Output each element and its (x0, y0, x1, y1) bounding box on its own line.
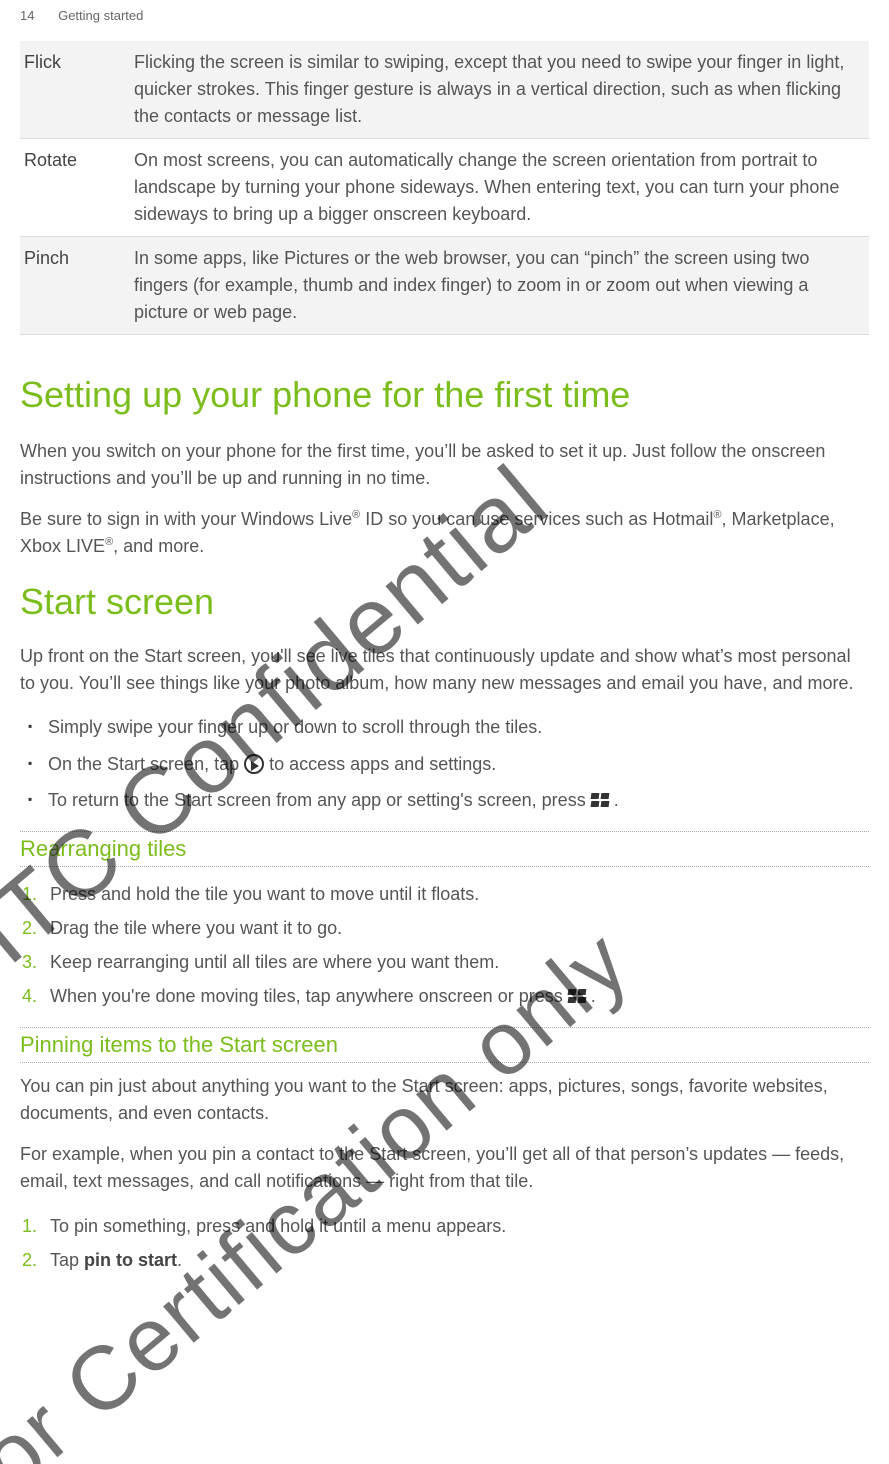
text: Be sure to sign in with your Windows Liv… (20, 509, 352, 529)
text: . (177, 1250, 182, 1270)
rearrange-steps: Press and hold the tile you want to move… (20, 877, 869, 1014)
registered-mark: ® (713, 509, 721, 521)
text: to access apps and settings. (269, 754, 496, 774)
text: . (591, 986, 596, 1006)
gesture-term: Flick (20, 41, 130, 139)
gesture-desc: In some apps, like Pictures or the web b… (130, 237, 869, 335)
bold-term-pin-to-start: pin to start (84, 1250, 177, 1270)
gesture-desc: Flicking the screen is similar to swipin… (130, 41, 869, 139)
step-item: Press and hold the tile you want to move… (50, 877, 869, 911)
step-item: Tap pin to start. (50, 1243, 869, 1277)
chapter-title: Getting started (58, 8, 143, 23)
section-heading-start: Start screen (20, 580, 869, 623)
subsection-heading-pinning: Pinning items to the Start screen (20, 1027, 869, 1063)
step-item: Keep rearranging until all tiles are whe… (50, 945, 869, 979)
start-paragraph-1: Up front on the Start screen, you'll see… (20, 643, 869, 697)
table-row: Pinch In some apps, like Pictures or the… (20, 237, 869, 335)
gesture-table: Flick Flicking the screen is similar to … (20, 41, 869, 335)
list-item: On the Start screen, tap to access apps … (48, 748, 869, 780)
arrow-right-circle-icon (244, 754, 264, 774)
gesture-term: Pinch (20, 237, 130, 335)
text: ID so you can use services such as Hotma… (360, 509, 713, 529)
step-item: Drag the tile where you want it to go. (50, 911, 869, 945)
subsection-heading-rearranging: Rearranging tiles (20, 831, 869, 867)
text: . (614, 790, 619, 810)
windows-start-icon (568, 989, 586, 1003)
list-item: To return to the Start screen from any a… (48, 784, 869, 816)
pin-paragraph-1: You can pin just about anything you want… (20, 1073, 869, 1127)
gesture-term: Rotate (20, 139, 130, 237)
table-row: Rotate On most screens, you can automati… (20, 139, 869, 237)
page-number: 14 (20, 8, 34, 23)
page-header: 14 Getting started (20, 8, 869, 23)
text: To return to the Start screen from any a… (48, 790, 591, 810)
text: , and more. (113, 536, 204, 556)
text: When you're done moving tiles, tap anywh… (50, 986, 568, 1006)
pin-paragraph-2: For example, when you pin a contact to t… (20, 1141, 869, 1195)
step-item: When you're done moving tiles, tap anywh… (50, 979, 869, 1013)
text: On the Start screen, tap (48, 754, 244, 774)
setup-paragraph-1: When you switch on your phone for the fi… (20, 438, 869, 492)
step-item: To pin something, press and hold it unti… (50, 1209, 869, 1243)
table-row: Flick Flicking the screen is similar to … (20, 41, 869, 139)
text: Tap (50, 1250, 84, 1270)
gesture-desc: On most screens, you can automatically c… (130, 139, 869, 237)
setup-paragraph-2: Be sure to sign in with your Windows Liv… (20, 506, 869, 560)
windows-start-icon (591, 793, 609, 807)
pin-steps: To pin something, press and hold it unti… (20, 1209, 869, 1277)
list-item: Simply swipe your finger up or down to s… (48, 711, 869, 743)
registered-mark: ® (105, 536, 113, 548)
section-heading-setup: Setting up your phone for the first time (20, 373, 869, 416)
start-bullet-list: Simply swipe your finger up or down to s… (20, 711, 869, 816)
